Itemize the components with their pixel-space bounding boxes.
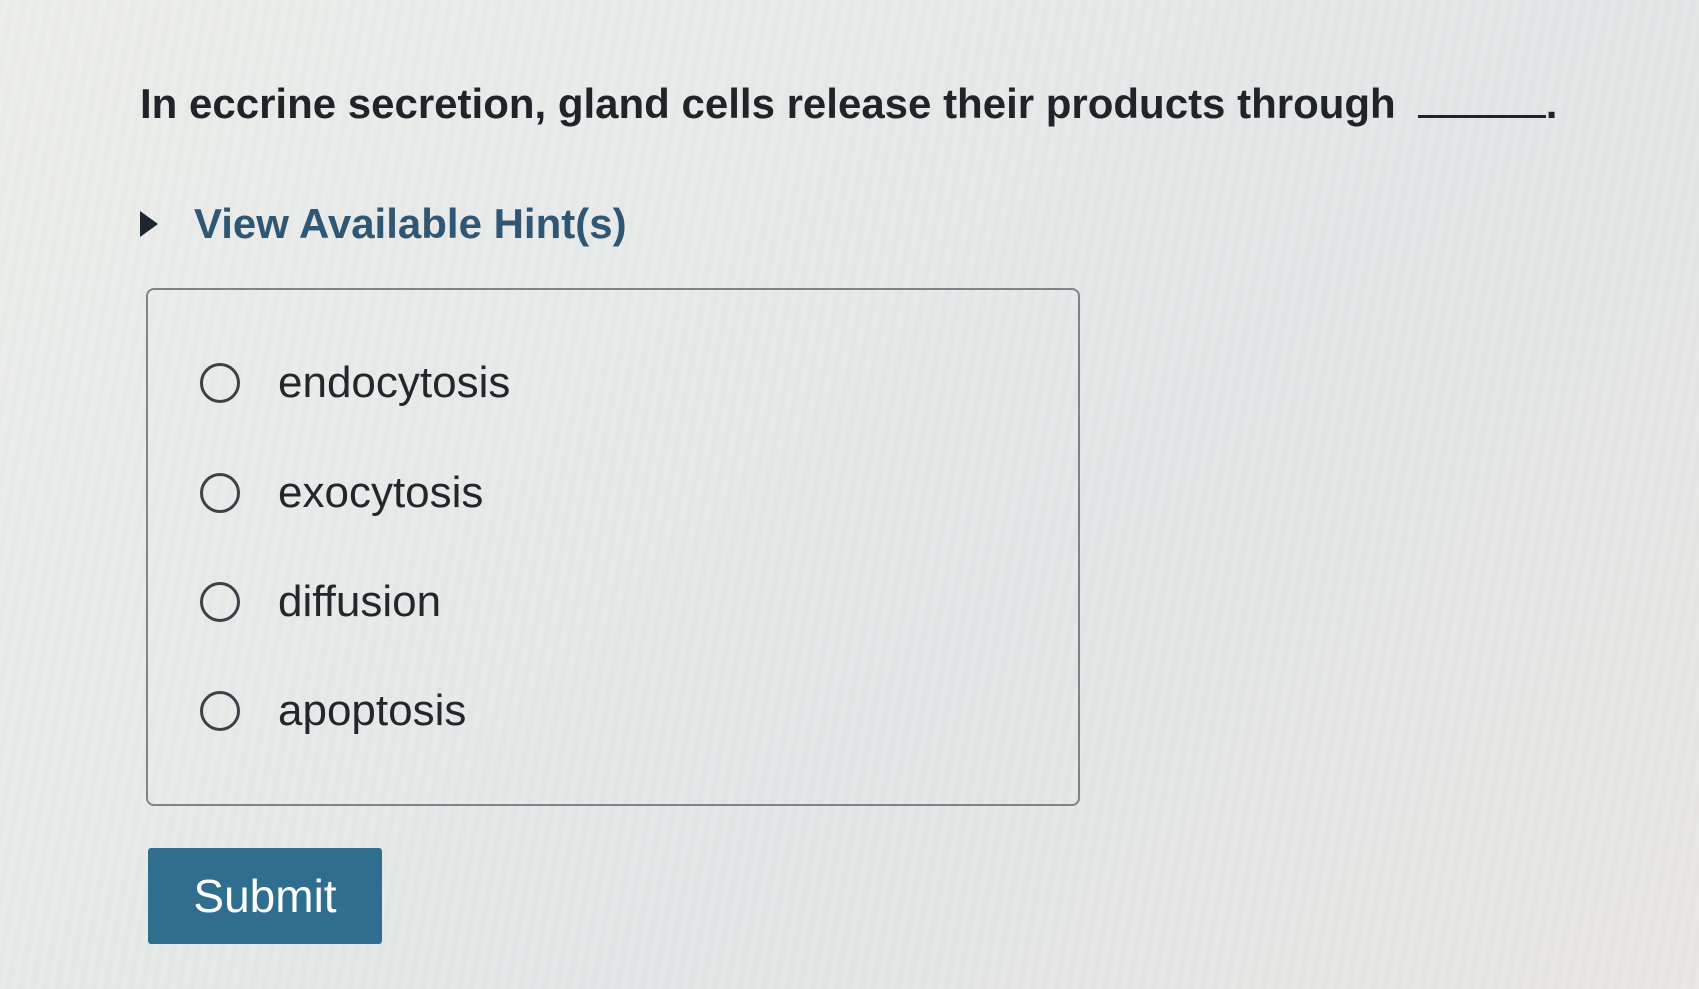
- option-apoptosis[interactable]: apoptosis: [200, 686, 466, 736]
- caret-right-icon: [140, 211, 158, 237]
- option-label: apoptosis: [278, 686, 467, 735]
- radio-button[interactable]: [200, 473, 240, 513]
- view-hints-toggle[interactable]: View Available Hint(s): [140, 200, 627, 248]
- radio-button[interactable]: [200, 582, 240, 622]
- option-label: exocytosis: [278, 468, 484, 517]
- option-endocytosis[interactable]: endocytosis: [200, 358, 510, 408]
- question-prompt: In eccrine secretion, gland cells releas…: [140, 80, 1396, 127]
- radio-button[interactable]: [200, 363, 240, 403]
- option-label: endocytosis: [278, 358, 511, 407]
- question-end-punct: .: [1545, 80, 1558, 127]
- option-label: diffusion: [278, 577, 442, 626]
- answer-options-group: endocytosis exocytosis diffusion apoptos…: [146, 288, 1080, 806]
- answer-blank: [1417, 111, 1546, 118]
- radio-button[interactable]: [200, 691, 240, 731]
- option-diffusion[interactable]: diffusion: [200, 577, 441, 627]
- view-hints-label: View Available Hint(s): [194, 200, 627, 247]
- option-exocytosis[interactable]: exocytosis: [200, 468, 483, 518]
- submit-button[interactable]: Submit: [148, 848, 382, 944]
- question-text: In eccrine secretion, gland cells releas…: [140, 80, 1640, 128]
